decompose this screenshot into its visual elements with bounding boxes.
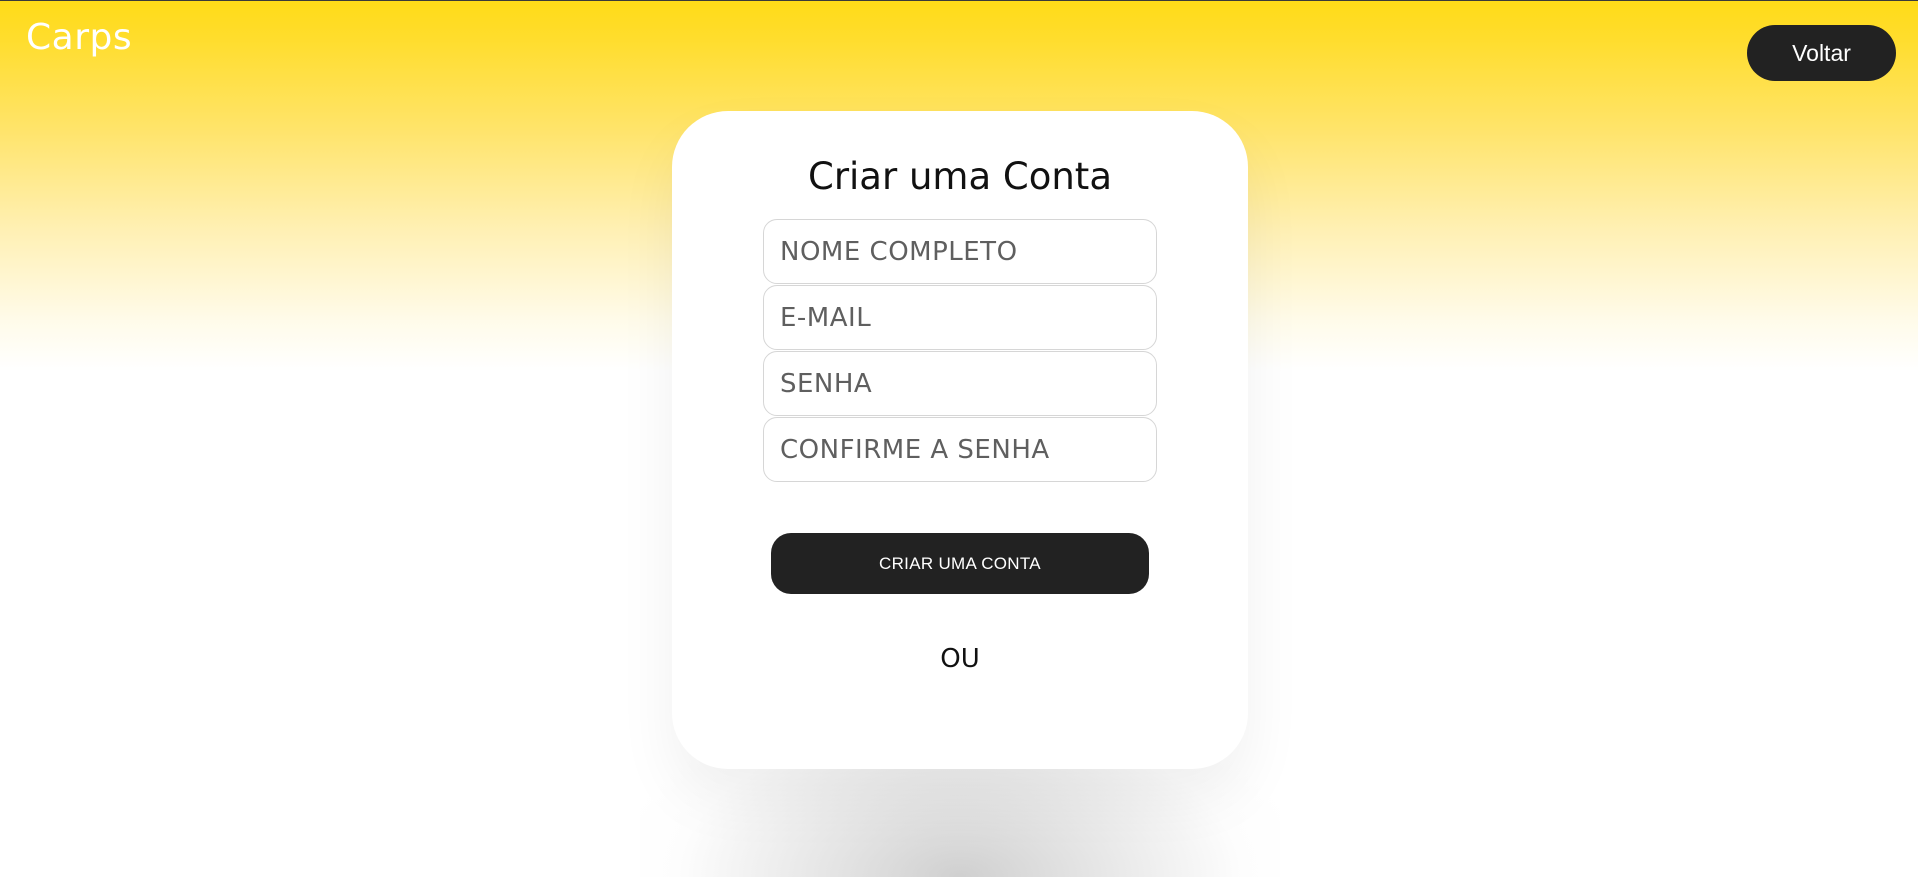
email-input[interactable] — [763, 285, 1157, 350]
or-divider-text: OU — [940, 644, 980, 674]
full-name-input[interactable] — [763, 219, 1157, 284]
back-button[interactable]: Voltar — [1747, 25, 1896, 81]
password-input[interactable] — [763, 351, 1157, 416]
signup-card: Criar uma Conta CRIAR UMA CONTA OU — [672, 111, 1248, 769]
confirm-password-input[interactable] — [763, 417, 1157, 482]
create-account-button[interactable]: CRIAR UMA CONTA — [771, 533, 1149, 594]
signup-title: Criar uma Conta — [807, 155, 1112, 198]
brand-logo-text[interactable]: Carps — [26, 20, 132, 56]
